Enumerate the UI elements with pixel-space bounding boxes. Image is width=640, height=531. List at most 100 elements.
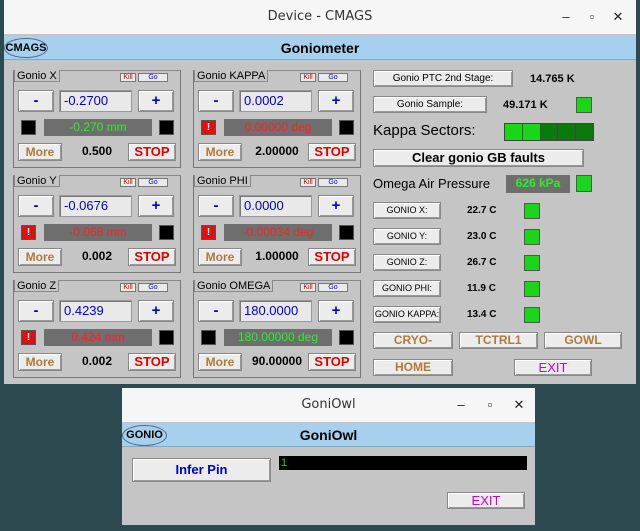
temp-button-x[interactable]: GONIO X: [373, 202, 441, 219]
go-button[interactable]: Go [318, 73, 348, 82]
more-button[interactable]: More [198, 353, 242, 371]
gowl-button[interactable]: GOWL [544, 332, 622, 349]
minimize-icon[interactable]: ‒ [552, 0, 580, 34]
kappa-sector-3 [540, 124, 559, 140]
fault-status-icon: ! [21, 225, 36, 240]
limit-status-icon [159, 225, 174, 240]
go-button[interactable]: Go [138, 73, 168, 82]
home-button[interactable]: HOME [373, 359, 453, 376]
stop-button[interactable]: STOP [308, 143, 356, 161]
temp-button-y[interactable]: GONIO Y: [373, 228, 441, 245]
increment-button[interactable]: + [138, 195, 174, 217]
go-button[interactable]: Go [138, 283, 168, 292]
cmags-window: Device - CMAGS ‒ ▫ ✕ Goniometer CMAGS Go… [4, 0, 636, 384]
kill-button[interactable]: Kill [120, 283, 136, 292]
close-icon[interactable]: ✕ [604, 0, 632, 34]
temp-led-phi [524, 281, 540, 297]
increment-button[interactable]: + [138, 90, 174, 112]
axis-label: Gonio Z [14, 280, 60, 292]
infer-output: 1 [279, 456, 527, 470]
setpoint-input[interactable]: -0.0676 [59, 195, 132, 217]
increment-button[interactable]: + [318, 300, 354, 322]
goniowl-page-title: GoniOwl [299, 427, 358, 443]
setpoint-input[interactable]: 0.4239 [59, 300, 132, 322]
limit-status-icon [339, 330, 354, 345]
decrement-button[interactable]: - [18, 90, 54, 112]
decrement-button[interactable]: - [198, 300, 234, 322]
step-size-value[interactable]: 0.500 [68, 144, 126, 158]
kill-button[interactable]: Kill [120, 73, 136, 82]
stop-button[interactable]: STOP [128, 143, 176, 161]
kill-button[interactable]: Kill [300, 73, 316, 82]
kill-button[interactable]: Kill [300, 178, 316, 187]
goniowl-maximize-icon[interactable]: ▫ [476, 388, 504, 422]
increment-button[interactable]: + [318, 195, 354, 217]
kill-button[interactable]: Kill [300, 283, 316, 292]
axis-label: Gonio PHI [194, 175, 251, 187]
readback-value: 180.00000 deg [224, 329, 332, 346]
step-size-value[interactable]: 0.002 [68, 354, 126, 368]
temp-value-z: 26.7 C [467, 257, 497, 268]
temp-value-x: 22.7 C [467, 205, 497, 216]
step-size-value[interactable]: 0.002 [68, 249, 126, 263]
setpoint-input[interactable]: -0.2700 [59, 90, 132, 112]
stop-button[interactable]: STOP [128, 248, 176, 266]
more-button[interactable]: More [198, 143, 242, 161]
ptc-button[interactable]: Gonio PTC 2nd Stage: [373, 70, 513, 87]
maximize-icon[interactable]: ▫ [578, 0, 606, 34]
kill-button[interactable]: Kill [120, 178, 136, 187]
stop-button[interactable]: STOP [308, 248, 356, 266]
increment-button[interactable]: + [318, 90, 354, 112]
goniowl-close-icon[interactable]: ✕ [505, 388, 533, 422]
increment-button[interactable]: + [138, 300, 174, 322]
exit-button[interactable]: EXIT [514, 359, 592, 376]
more-button[interactable]: More [18, 353, 62, 371]
decrement-button[interactable]: - [18, 300, 54, 322]
sample-status-led [576, 97, 592, 113]
more-button[interactable]: More [198, 248, 242, 266]
stop-button[interactable]: STOP [128, 353, 176, 371]
ptc-value: 14.765 K [530, 73, 575, 85]
limit-status-icon [339, 120, 354, 135]
sample-button[interactable]: Gonio Sample: [373, 96, 487, 113]
axis-group-x: Gonio X Kill Go - -0.2700 + -0.270 mm More 0.500… [13, 70, 181, 168]
clear-faults-button[interactable]: Clear gonio GB faults [373, 149, 584, 167]
go-button[interactable]: Go [318, 283, 348, 292]
temp-led-z [524, 255, 540, 271]
sample-value: 49.171 K [503, 99, 548, 111]
cmags-logo: CMAGS [4, 38, 48, 58]
temp-led-kappa [524, 307, 540, 323]
temp-button-kappa[interactable]: GONIO KAPPA: [373, 306, 441, 323]
go-button[interactable]: Go [138, 178, 168, 187]
step-size-value[interactable]: 2.00000 [248, 144, 306, 158]
setpoint-input[interactable]: 0.0000 [239, 195, 312, 217]
more-button[interactable]: More [18, 143, 62, 161]
page-title: Goniometer [280, 40, 360, 56]
temp-button-z[interactable]: GONIO Z: [373, 254, 441, 271]
tctrl1-button[interactable]: TCTRL1 [459, 332, 538, 349]
temp-button-phi[interactable]: GONIO PHI: [373, 280, 441, 297]
decrement-button[interactable]: - [198, 195, 234, 217]
infer-pin-button[interactable]: Infer Pin [132, 458, 271, 482]
temp-value-phi: 11.9 C [467, 283, 496, 294]
goniowl-header-bar: GoniOwl [122, 423, 535, 447]
setpoint-input[interactable]: 180.0000 [239, 300, 312, 322]
limit-status-icon [339, 225, 354, 240]
decrement-button[interactable]: - [198, 90, 234, 112]
decrement-button[interactable]: - [18, 195, 54, 217]
limit-status-icon [159, 120, 174, 135]
go-button[interactable]: Go [318, 178, 348, 187]
goniowl-exit-button[interactable]: EXIT [447, 492, 525, 509]
goniowl-minimize-icon[interactable]: ‒ [447, 388, 475, 422]
limit-status-icon [159, 330, 174, 345]
goniowl-title: GoniOwl [301, 397, 356, 412]
fault-status-icon: ! [201, 225, 216, 240]
axis-label: Gonio X [14, 70, 60, 82]
more-button[interactable]: More [18, 248, 62, 266]
stop-button[interactable]: STOP [308, 353, 356, 371]
step-size-value[interactable]: 1.00000 [248, 249, 306, 263]
cryo-temps-button[interactable]: CRYO-TEMPS [373, 332, 453, 349]
window-title: Device - CMAGS [267, 9, 373, 24]
step-size-value[interactable]: 90.00000 [248, 354, 306, 368]
setpoint-input[interactable]: 0.0002 [239, 90, 312, 112]
